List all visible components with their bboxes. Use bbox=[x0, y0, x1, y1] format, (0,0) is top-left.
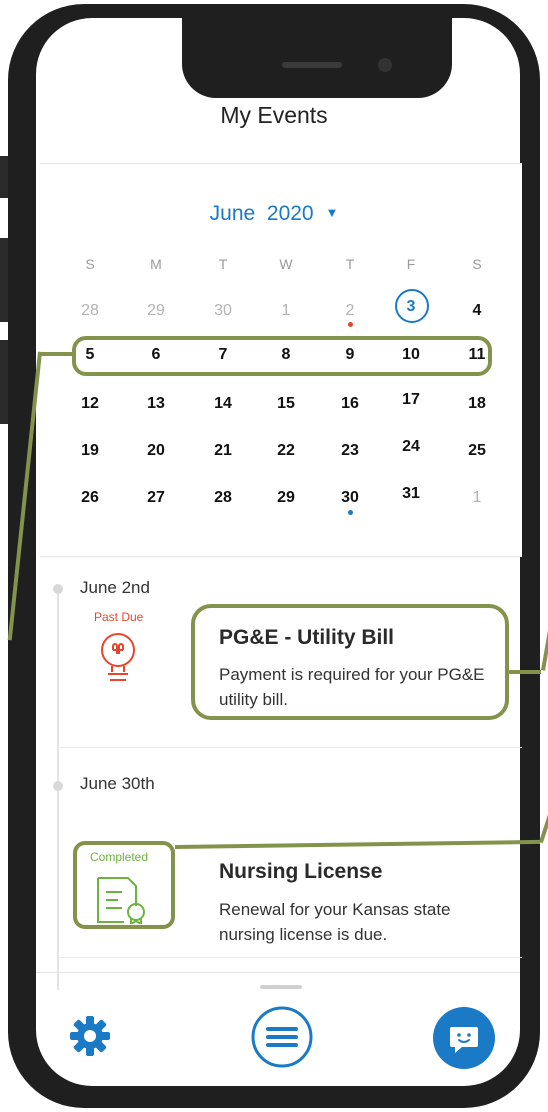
weekday-label: W bbox=[279, 256, 293, 272]
event-description: Renewal for your Kansas state nursing li… bbox=[219, 900, 451, 944]
caret-down-icon: ▼ bbox=[325, 205, 339, 220]
calendar-day[interactable]: 22 bbox=[266, 442, 306, 460]
connector-line bbox=[509, 670, 541, 674]
page-title: My Events bbox=[220, 102, 328, 128]
divider bbox=[58, 957, 522, 958]
calendar-day[interactable]: 12 bbox=[70, 395, 110, 413]
lightbulb-icon bbox=[96, 630, 140, 689]
calendar-day[interactable]: 23 bbox=[330, 442, 370, 460]
calendar-day[interactable]: 17 bbox=[391, 391, 431, 409]
event-dot bbox=[348, 322, 353, 327]
weekday-label: M bbox=[150, 256, 162, 272]
menu-icon[interactable] bbox=[250, 1005, 314, 1074]
calendar-day[interactable]: 19 bbox=[70, 442, 110, 460]
weekday-label: S bbox=[85, 256, 95, 272]
calendar-day[interactable]: 30 bbox=[203, 302, 243, 320]
week-highlight bbox=[72, 336, 492, 376]
calendar-day[interactable]: 2 bbox=[330, 302, 370, 327]
drawer-handle[interactable] bbox=[260, 985, 302, 989]
bottom-nav-divider bbox=[36, 972, 520, 973]
chat-icon[interactable] bbox=[433, 1007, 495, 1074]
connector-line bbox=[541, 581, 548, 671]
year-label: 2020 bbox=[266, 202, 314, 225]
weekday-label: T bbox=[218, 256, 228, 272]
calendar-day[interactable]: 27 bbox=[136, 489, 176, 507]
calendar-day[interactable]: 4 bbox=[457, 302, 497, 320]
calendar-day[interactable]: 30 bbox=[330, 489, 370, 515]
event-date: June 2nd bbox=[80, 578, 150, 597]
weekday-label: F bbox=[406, 256, 416, 272]
calendar-day[interactable]: 14 bbox=[203, 395, 243, 413]
event-title[interactable]: PG&E - Utility Bill bbox=[219, 626, 394, 650]
camera bbox=[378, 58, 392, 72]
timeline-dot bbox=[53, 584, 63, 594]
calendar-day[interactable]: 1 bbox=[266, 302, 306, 320]
today-indicator bbox=[395, 289, 429, 323]
calendar-day[interactable]: 18 bbox=[457, 395, 497, 413]
weekday-label: T bbox=[345, 256, 355, 272]
connector-line bbox=[40, 352, 74, 356]
calendar-day[interactable]: 31 bbox=[391, 485, 431, 503]
calendar-day[interactable]: 29 bbox=[266, 489, 306, 507]
calendar-day[interactable]: 28 bbox=[203, 489, 243, 507]
calendar-day[interactable]: 26 bbox=[70, 489, 110, 507]
divider bbox=[58, 747, 522, 748]
event-date: June 30th bbox=[80, 774, 155, 793]
calendar-day[interactable]: 28 bbox=[70, 302, 110, 320]
calendar-day[interactable]: 13 bbox=[136, 395, 176, 413]
speaker bbox=[282, 62, 342, 68]
calendar-day[interactable]: 29 bbox=[136, 302, 176, 320]
month-selector[interactable]: June 2020 ▼ bbox=[0, 202, 548, 226]
weekday-label: S bbox=[472, 256, 482, 272]
calendar-day[interactable]: 21 bbox=[203, 442, 243, 460]
calendar-day[interactable]: 1 bbox=[457, 489, 497, 507]
notch bbox=[182, 18, 452, 98]
event-dot bbox=[348, 510, 353, 515]
connector-line bbox=[539, 775, 548, 844]
calendar-day[interactable]: 15 bbox=[266, 395, 306, 413]
event-description: Payment is required for your PG&E utilit… bbox=[219, 665, 485, 709]
month-label: June bbox=[209, 202, 256, 225]
event-title[interactable]: Nursing License bbox=[219, 860, 382, 884]
calendar-day[interactable]: 20 bbox=[136, 442, 176, 460]
timeline-dot bbox=[53, 781, 63, 791]
gear-icon[interactable] bbox=[68, 1014, 112, 1063]
certificate-icon bbox=[96, 876, 152, 929]
calendar-day[interactable]: 24 bbox=[391, 438, 431, 456]
calendar-day[interactable]: 16 bbox=[330, 395, 370, 413]
status-badge: Past Due bbox=[94, 610, 144, 624]
calendar-day[interactable]: 25 bbox=[457, 442, 497, 460]
